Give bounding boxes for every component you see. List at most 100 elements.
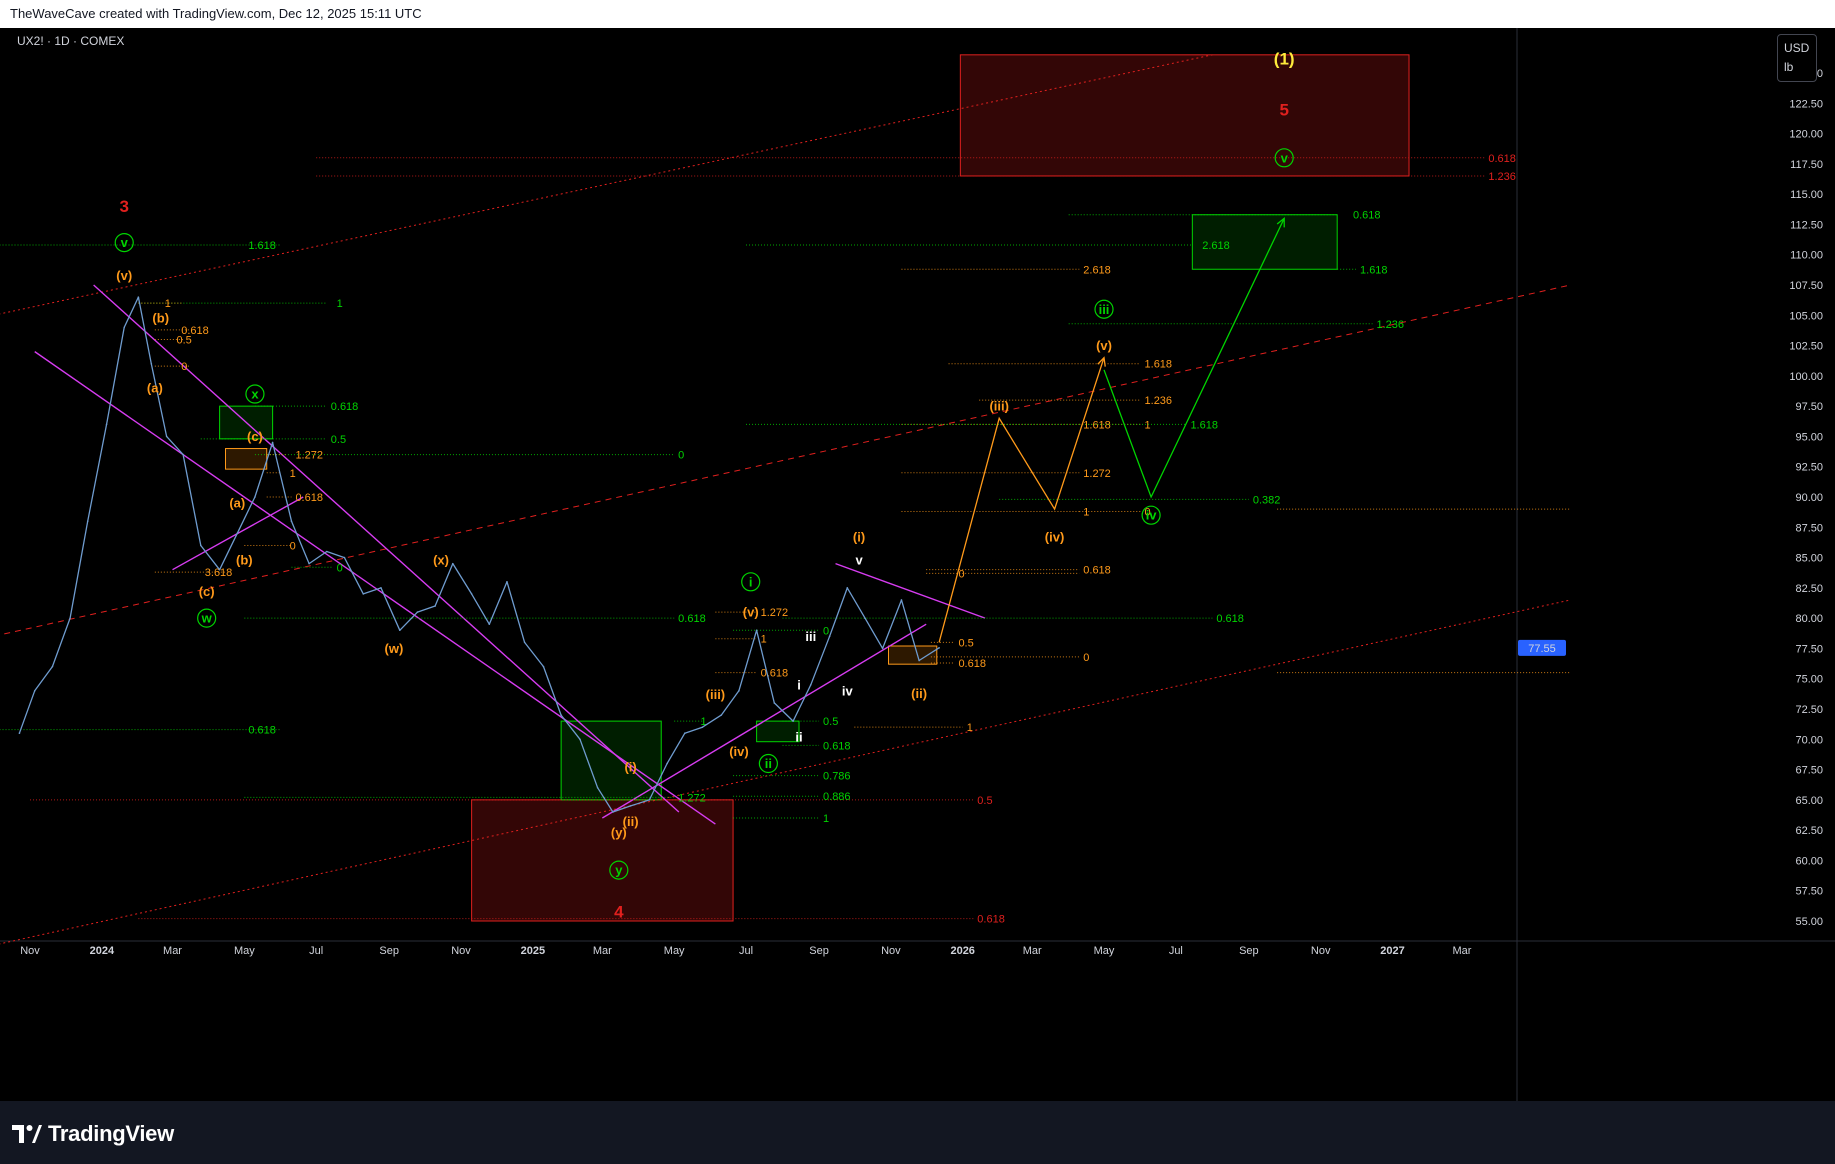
- price-point: [809, 683, 812, 686]
- time-tick-label: Nov: [20, 945, 40, 957]
- price-point: [218, 568, 221, 571]
- price-point: [720, 714, 723, 716]
- tradingview-logo-icon: [12, 1125, 42, 1143]
- time-tick-label: Mar: [163, 945, 182, 957]
- wave-label: (w): [385, 641, 404, 656]
- wave-label: i: [797, 677, 801, 692]
- fib-level-label: 0.618: [295, 492, 323, 504]
- fib-level-label: 1.618: [248, 240, 276, 252]
- symbol-label[interactable]: UX2! · 1D · COMEX: [17, 34, 124, 48]
- price-point: [451, 562, 454, 565]
- fib-level-label: 0.382: [1253, 494, 1281, 506]
- price-point: [416, 611, 419, 613]
- price-point: [506, 581, 508, 583]
- price-point: [683, 732, 686, 735]
- fib-level-label: 1.272: [761, 607, 789, 619]
- price-tick-label: 97.50: [1795, 401, 1823, 413]
- price-tick-label: 90.00: [1795, 492, 1823, 504]
- price-point: [864, 617, 866, 619]
- price-point: [579, 738, 581, 741]
- wave-label: (b): [236, 553, 253, 568]
- price-tick-label: 100.00: [1789, 371, 1823, 383]
- price-tick-label: 85.00: [1795, 553, 1823, 565]
- price-point: [596, 786, 599, 789]
- price-point: [612, 811, 614, 813]
- price-point: [918, 659, 920, 662]
- chart-area[interactable]: 55.00 57.50 60.00 62.50 65.00 67.50 70.00 72.50…: [0, 28, 1835, 1101]
- price-point: [773, 702, 776, 704]
- tradingview-logo[interactable]: TradingView: [12, 1121, 174, 1146]
- last-price-layer: 77.55: [1518, 639, 1566, 656]
- wave-label: v: [121, 235, 129, 250]
- price-point: [738, 690, 740, 692]
- price-point: [701, 726, 704, 728]
- price-point: [308, 562, 310, 565]
- wave-label: ii: [765, 756, 772, 771]
- wave-label: (a): [147, 381, 163, 396]
- zone-box-orange: [888, 645, 938, 665]
- wave-label: (iv): [1045, 530, 1065, 545]
- fib-level-label: 0.5: [823, 716, 838, 728]
- fib-level-label: 1: [290, 468, 296, 480]
- price-point: [629, 805, 632, 807]
- wave-label: w: [201, 611, 213, 626]
- wave-label: iii: [1099, 302, 1110, 317]
- fib-level-label: 1: [761, 634, 767, 646]
- time-tick-label: Jul: [1169, 945, 1183, 957]
- fib-level-label: 1: [1145, 419, 1151, 431]
- fib-level-label: 0: [823, 625, 829, 637]
- price-point: [398, 629, 401, 632]
- wave-label: (v): [743, 605, 759, 620]
- wave-label: (iii): [706, 687, 726, 702]
- price-tick-label: 82.50: [1795, 583, 1823, 595]
- fib-level-label: 0.618: [248, 725, 276, 737]
- zone-box-green: [756, 720, 800, 743]
- fib-level-label: 1.236: [1145, 395, 1173, 407]
- fib-level-label: 0.618: [1488, 153, 1516, 165]
- fib-level-label: 1.618: [1145, 359, 1173, 371]
- price-tick-label: 60.00: [1795, 855, 1823, 867]
- price-tick-label: 105.00: [1789, 310, 1823, 322]
- price-tick-label: 107.50: [1789, 280, 1823, 292]
- price-tick-label: 67.50: [1795, 765, 1823, 777]
- wave-label: (ii): [911, 686, 927, 701]
- price-point: [343, 556, 346, 559]
- fib-level-label: 0.786: [823, 771, 851, 783]
- fib-level-label: 1: [337, 298, 343, 310]
- last-price-label: 77.55: [1528, 643, 1556, 655]
- wave-label: (iii): [989, 399, 1009, 414]
- price-point: [33, 690, 36, 692]
- price-tick-label: 110.00: [1790, 250, 1823, 262]
- time-tick-label: Jul: [309, 945, 323, 957]
- wave-label: ii: [795, 729, 802, 744]
- time-tick-label: 2024: [90, 945, 115, 957]
- credit-text: TheWaveCave created with TradingView.com…: [10, 6, 422, 21]
- time-tick-label: Nov: [451, 945, 471, 957]
- time-tick-label: 2025: [521, 945, 545, 957]
- wave-label: 3: [119, 197, 128, 216]
- price-point: [69, 617, 71, 619]
- fib-level-label: 0.618: [977, 914, 1005, 926]
- price-point: [755, 629, 758, 632]
- price-tick-label: 120.00: [1789, 129, 1823, 141]
- wave-label: i: [749, 574, 753, 589]
- price-tick-label: 122.50: [1789, 98, 1823, 110]
- fib-level-label: 0: [678, 450, 684, 462]
- time-tick-label: Mar: [593, 945, 612, 957]
- wave-label: (i): [624, 760, 636, 775]
- time-tick-label: May: [1094, 945, 1115, 957]
- time-tick-label: 2026: [950, 945, 974, 957]
- price-point: [828, 635, 831, 638]
- fib-level-label: 1.618: [1083, 419, 1111, 431]
- wave-label: 5: [1279, 100, 1288, 119]
- fib-level-label: 1: [823, 813, 829, 825]
- zone-box-orange: [225, 448, 268, 470]
- fib-level-label: 0.618: [331, 401, 359, 413]
- price-chart[interactable]: 55.00 57.50 60.00 62.50 65.00 67.50 70.00 72.50…: [0, 28, 1835, 1101]
- fib-level-label: 1.272: [678, 792, 706, 804]
- fib-level-label: 1.236: [1488, 171, 1516, 183]
- wave-label: (1): [1274, 49, 1295, 68]
- currency-unit-button[interactable]: USD lb: [1777, 34, 1817, 82]
- price-point: [648, 799, 651, 801]
- fib-level-label: 1: [165, 298, 171, 310]
